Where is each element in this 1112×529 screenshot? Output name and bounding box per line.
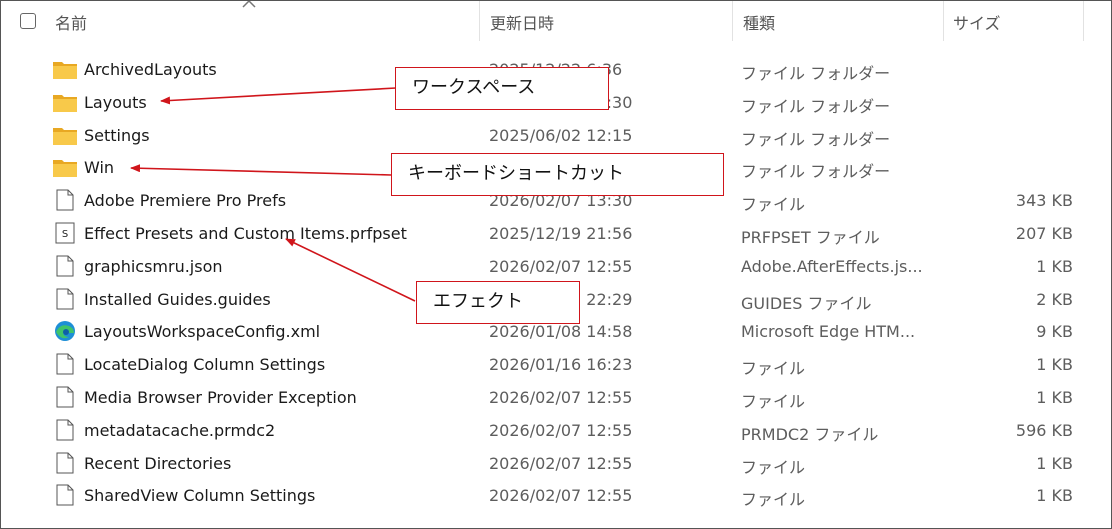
file-type: ファイル フォルダー	[741, 64, 891, 83]
file-name: SharedView Column Settings	[84, 486, 316, 506]
folder-icon	[52, 156, 78, 178]
file-modified-date: 2026/01/08 14:58	[489, 322, 633, 342]
file-size: 9 KB	[1036, 322, 1073, 342]
file-name: Recent Directories	[84, 453, 232, 473]
file-name: Win	[84, 158, 115, 178]
file-size: 596 KB	[1015, 420, 1073, 440]
file-modified-date: 2026/02/07 12:55	[489, 388, 633, 407]
file-name: Effect Presets and Custom Items.prfpset	[84, 224, 407, 243]
explorer-file-list: 名前 更新日時 種類 サイズ ArchivedLayouts2025/12/22…	[0, 0, 1112, 529]
file-type: ファイル	[741, 457, 806, 477]
file-size: 207 KB	[1015, 224, 1073, 243]
file-row[interactable]: metadatacache.prmdc2 2026/02/07 12:55 PRMD…	[1, 413, 1111, 446]
file-size: 343 KB	[1015, 191, 1073, 211]
file-icon	[52, 484, 78, 506]
file-type: GUIDES ファイル	[741, 293, 872, 313]
file-icon	[52, 353, 78, 375]
file-modified-date: 2026/02/07 12:55	[489, 420, 633, 440]
file-size: 1 KB	[1036, 256, 1073, 276]
prfpset-file-icon: S	[52, 222, 78, 244]
file-type: PRMDC2 ファイル	[741, 424, 879, 444]
file-size: 1 KB	[1036, 355, 1073, 375]
file-row[interactable]: LocateDialog Column Settings 2026/01/16 1…	[1, 347, 1111, 380]
column-header-type[interactable]: 種類	[743, 10, 775, 34]
file-row[interactable]: SharedView Column Settings 2026/02/07 12:…	[1, 478, 1111, 511]
file-icon	[52, 288, 78, 310]
file-size: 1 KB	[1036, 388, 1073, 407]
file-name: Adobe Premiere Pro Prefs	[84, 191, 287, 211]
file-row[interactable]: graphicsmru.json 2026/02/07 12:55 Adobe.Af…	[1, 249, 1111, 282]
file-name: Layouts	[84, 92, 147, 112]
file-name: metadatacache.prmdc2	[84, 420, 276, 440]
file-icon	[52, 386, 78, 408]
file-modified-date: 2026/01/16 16:23	[489, 355, 633, 375]
file-name: Settings	[84, 125, 150, 145]
svg-text:S: S	[62, 229, 68, 240]
file-row[interactable]: Recent Directories 2026/02/07 12:55 ファイル 1 …	[1, 446, 1111, 479]
file-type: ファイル フォルダー	[741, 129, 891, 149]
folder-icon	[52, 91, 78, 113]
sort-ascending-icon	[242, 1, 256, 8]
edge-icon	[52, 320, 78, 342]
file-modified-date: 2025/06/02 12:15	[489, 125, 633, 145]
file-type: Adobe.AfterEffects.js...	[741, 256, 923, 276]
file-row[interactable]: Settings 2025/06/02 12:15 ファイル フォルダー	[1, 118, 1111, 151]
file-type: ファイル フォルダー	[741, 96, 891, 116]
file-name: LocateDialog Column Settings	[84, 355, 326, 375]
file-modified-date: 2026/02/07 12:55	[489, 256, 633, 276]
callout-effects: エフェクト	[416, 281, 580, 324]
column-divider[interactable]	[1083, 1, 1084, 41]
column-header-name[interactable]: 名前	[55, 10, 87, 34]
column-divider[interactable]	[943, 1, 944, 41]
file-size: 2 KB	[1036, 289, 1073, 309]
file-type: ファイル	[741, 359, 806, 379]
folder-icon	[52, 124, 78, 146]
callout-workspace: ワークスペース	[395, 67, 609, 110]
file-icon	[52, 419, 78, 441]
file-type: ファイル フォルダー	[741, 162, 891, 182]
column-header-date[interactable]: 更新日時	[490, 10, 554, 34]
file-modified-date: 2026/02/07 12:55	[489, 453, 633, 473]
file-name: graphicsmru.json	[84, 256, 223, 276]
file-type: ファイル	[741, 195, 806, 215]
file-modified-date: 2026/02/07 12:55	[489, 486, 633, 506]
file-name: ArchivedLayouts	[84, 60, 217, 79]
file-size: 1 KB	[1036, 453, 1073, 473]
file-row[interactable]: S Effect Presets and Custom Items.prfpset…	[1, 216, 1111, 249]
column-header-size[interactable]: サイズ	[953, 10, 1001, 34]
file-type: PRFPSET ファイル	[741, 228, 880, 247]
file-type: ファイル	[741, 490, 806, 510]
file-icon	[52, 452, 78, 474]
file-name: LayoutsWorkspaceConfig.xml	[84, 322, 321, 342]
file-name: Media Browser Provider Exception	[84, 388, 357, 407]
file-type: Microsoft Edge HTM...	[741, 322, 916, 342]
file-size: 1 KB	[1036, 486, 1073, 506]
file-name: Installed Guides.guides	[84, 289, 271, 309]
column-divider[interactable]	[732, 1, 733, 41]
file-icon	[52, 255, 78, 277]
select-all-checkbox[interactable]	[20, 13, 36, 29]
file-modified-date: 2025/12/19 21:56	[489, 224, 633, 243]
callout-keyboard-shortcuts: キーボードショートカット	[391, 153, 724, 196]
folder-icon	[52, 58, 78, 80]
file-row[interactable]: Media Browser Provider Exception 2026/02/…	[1, 380, 1111, 413]
file-icon	[52, 189, 78, 211]
column-divider[interactable]	[479, 1, 480, 41]
column-header: 名前 更新日時 種類 サイズ	[1, 1, 1111, 41]
file-type: ファイル	[741, 392, 806, 411]
